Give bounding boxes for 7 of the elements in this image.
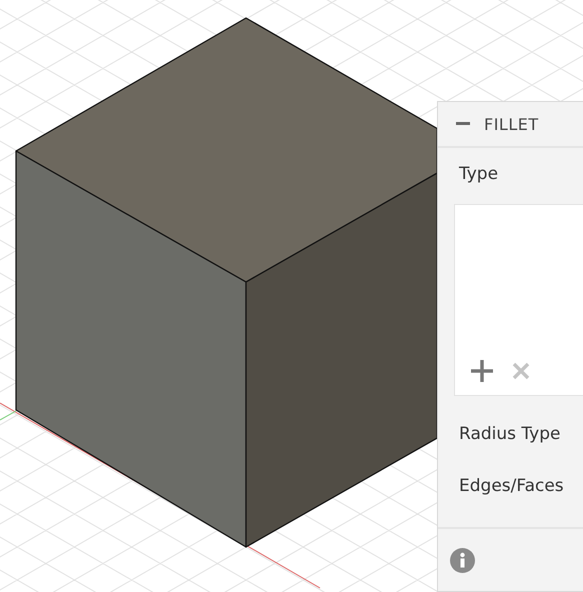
add-icon[interactable]: [470, 359, 494, 383]
y-axis-line: [0, 410, 16, 420]
panel-title: FILLET: [484, 114, 539, 134]
field-label: Type: [458, 163, 500, 186]
info-icon[interactable]: [450, 548, 475, 572]
field-label: Edges/Faces: [458, 475, 565, 498]
field-label: Radius Type: [458, 423, 562, 446]
